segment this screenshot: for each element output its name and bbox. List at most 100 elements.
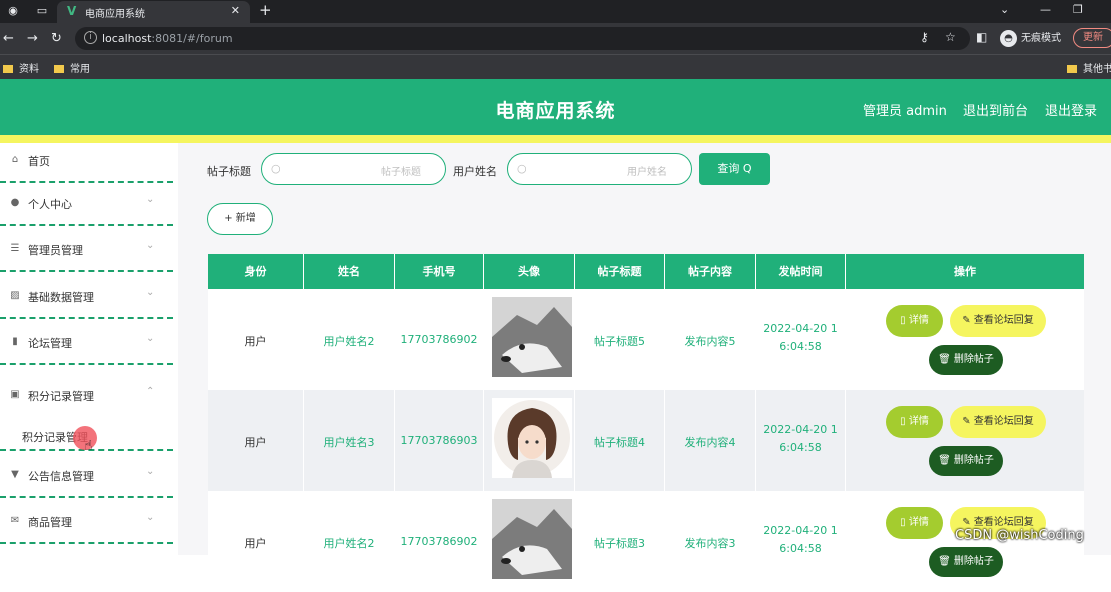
- view-reply-button[interactable]: ✎ 查看论坛回复: [950, 305, 1046, 337]
- search-icon: ○: [517, 162, 527, 175]
- phone-cell: 17703786902: [395, 289, 484, 390]
- avatar-cell: [484, 390, 575, 491]
- maximize-icon[interactable]: ❐: [1073, 3, 1083, 16]
- identity-cell: 用户: [208, 390, 304, 491]
- detail-button[interactable]: ▯ 详情: [886, 305, 943, 337]
- avatar-cell: [484, 289, 575, 390]
- actions-cell: ▯ 详情 ✎ 查看论坛回复 🗑 删除帖子: [846, 390, 1084, 491]
- post-title-cell: 帖子标题3: [575, 491, 665, 592]
- key-icon[interactable]: ⚷: [920, 30, 929, 44]
- window-icon[interactable]: ▭: [35, 4, 49, 18]
- vue-logo-icon: V: [67, 4, 77, 18]
- new-tab-icon[interactable]: +: [259, 1, 272, 19]
- home-icon: ⌂: [11, 154, 19, 165]
- browser-menu-icon[interactable]: ◉: [6, 4, 20, 18]
- other-bookmarks[interactable]: 其他书: [1067, 60, 1111, 75]
- name-cell: 用户姓名3: [304, 390, 395, 491]
- post-time-cell: 2022-04-20 1 6:04:58: [756, 491, 846, 592]
- avatar: [492, 297, 572, 377]
- incognito-indicator[interactable]: ◓ 无痕模式: [1000, 29, 1061, 47]
- sidebar-item-forum[interactable]: ▮ 论坛管理 ⌄: [0, 325, 173, 365]
- chevron-down-icon: ⌄: [146, 287, 155, 298]
- sidebar-item-products[interactable]: ✉ 商品管理 ⌄: [0, 504, 173, 544]
- post-title-cell: 帖子标题5: [575, 289, 665, 390]
- url-bar[interactable]: i localhost:8081/#/forum: [75, 27, 970, 50]
- sidebar-item-basic-data[interactable]: ▨ 基础数据管理 ⌄: [0, 279, 173, 319]
- delete-post-button[interactable]: 🗑 删除帖子: [929, 345, 1003, 375]
- post-time-cell: 2022-04-20 1 6:04:58: [756, 289, 846, 390]
- column-header: 帖子标题: [575, 254, 665, 289]
- sidepanel-icon[interactable]: ◧: [976, 30, 987, 44]
- column-header: 头像: [484, 254, 575, 289]
- chevron-down-icon: ⌄: [146, 466, 155, 477]
- back-icon[interactable]: ←: [3, 31, 14, 46]
- detail-button[interactable]: ▯ 详情: [886, 406, 943, 438]
- bookmark-folder[interactable]: 常用: [54, 60, 90, 75]
- reload-icon[interactable]: ↻: [51, 31, 62, 46]
- view-reply-button[interactable]: ✎ 查看论坛回复: [950, 406, 1046, 438]
- table-row: 用户 用户姓名2 17703786902 帖子标题3 发布内容3 2022-04…: [208, 491, 1084, 592]
- sidebar-item-admin[interactable]: ☰ 管理员管理 ⌄: [0, 232, 173, 272]
- table-row: 用户 用户姓名3 17703786903 帖子标题4 发布内容4 2022-04…: [208, 390, 1084, 491]
- folder-icon: [3, 65, 13, 73]
- site-info-icon[interactable]: i: [84, 31, 97, 44]
- search-icon: ○: [271, 162, 281, 175]
- name-cell: 用户姓名2: [304, 491, 395, 592]
- megaphone-icon: ▼: [11, 469, 19, 480]
- column-header: 身份: [208, 254, 304, 289]
- username-placeholder: 用户姓名: [627, 167, 667, 178]
- chevron-down-icon: ⌄: [146, 240, 155, 251]
- column-header: 发帖时间: [756, 254, 846, 289]
- sidebar-item-profile[interactable]: ● 个人中心 ⌄: [0, 186, 173, 226]
- minimize-icon[interactable]: —: [1040, 3, 1051, 16]
- avatar: [492, 398, 572, 478]
- browser-tab[interactable]: V 电商应用系统 ✕: [57, 1, 250, 23]
- sidebar: ⌂ 首页 ● 个人中心 ⌄ ☰ 管理员管理 ⌄ ▨ 基础数据管理 ⌄ ▮ 论坛管…: [0, 143, 178, 555]
- chevron-up-icon: ⌃: [146, 386, 155, 397]
- query-button[interactable]: 查询 Q: [699, 153, 770, 185]
- table-header: 身份 姓名 手机号 头像 帖子标题 帖子内容 发帖时间 操作: [208, 254, 1084, 289]
- header-accent-band: [0, 135, 1111, 143]
- detail-button[interactable]: ▯ 详情: [886, 507, 943, 539]
- post-time-cell: 2022-04-20 1 6:04:58: [756, 390, 846, 491]
- sidebar-item-announcements[interactable]: ▼ 公告信息管理 ⌄: [0, 458, 173, 498]
- logout-link[interactable]: 退出登录: [1045, 100, 1097, 119]
- star-icon[interactable]: ☆: [945, 30, 956, 44]
- post-content-cell: 发布内容3: [665, 491, 756, 592]
- app-header: 电商应用系统 管理员 admin 退出到前台 退出登录: [0, 79, 1111, 135]
- update-button[interactable]: 更新: [1073, 28, 1111, 48]
- column-header: 帖子内容: [665, 254, 756, 289]
- hand-cursor-icon: ☝: [84, 438, 93, 454]
- delete-post-button[interactable]: 🗑 删除帖子: [929, 547, 1003, 577]
- forward-icon[interactable]: →: [27, 31, 38, 46]
- add-button[interactable]: + 新增: [207, 203, 273, 235]
- identity-cell: 用户: [208, 289, 304, 390]
- url-text[interactable]: localhost:8081/#/forum: [102, 32, 233, 45]
- sidebar-item-home[interactable]: ⌂ 首页: [0, 143, 173, 183]
- delete-post-button[interactable]: 🗑 删除帖子: [929, 446, 1003, 476]
- username-input[interactable]: ○ 用户姓名: [507, 153, 692, 185]
- chart-icon: ▨: [10, 290, 20, 301]
- bookmarks-bar: 资料 常用 其他书: [0, 54, 1111, 79]
- identity-cell: 用户: [208, 491, 304, 592]
- bookmark-folder[interactable]: 资料: [3, 60, 39, 75]
- chevron-down-icon: ⌄: [146, 512, 155, 523]
- back-to-frontend-link[interactable]: 退出到前台: [963, 100, 1028, 119]
- column-header: 操作: [954, 265, 976, 278]
- sidebar-item-label: 商品管理: [28, 516, 72, 529]
- chevron-down-icon: ⌄: [146, 194, 155, 205]
- sliders-icon: ☰: [10, 243, 20, 254]
- mail-icon: ✉: [10, 515, 20, 526]
- tab-search-icon[interactable]: ⌄: [1000, 3, 1009, 16]
- column-header: 手机号: [395, 254, 484, 289]
- close-tab-icon[interactable]: ✕: [231, 4, 240, 17]
- phone-cell: 17703786903: [395, 390, 484, 491]
- post-title-input[interactable]: ○ 帖子标题: [261, 153, 446, 185]
- clipboard-icon: ▣: [10, 389, 20, 400]
- sidebar-item-label: 个人中心: [28, 198, 72, 211]
- admin-user-label: 管理员 admin: [863, 104, 947, 119]
- actions-cell: ▯ 详情 ✎ 查看论坛回复 🗑 删除帖子: [846, 289, 1084, 390]
- folder-icon: [1067, 65, 1077, 73]
- sidebar-item-label: 基础数据管理: [28, 291, 94, 304]
- post-title-label: 帖子标题: [207, 165, 251, 178]
